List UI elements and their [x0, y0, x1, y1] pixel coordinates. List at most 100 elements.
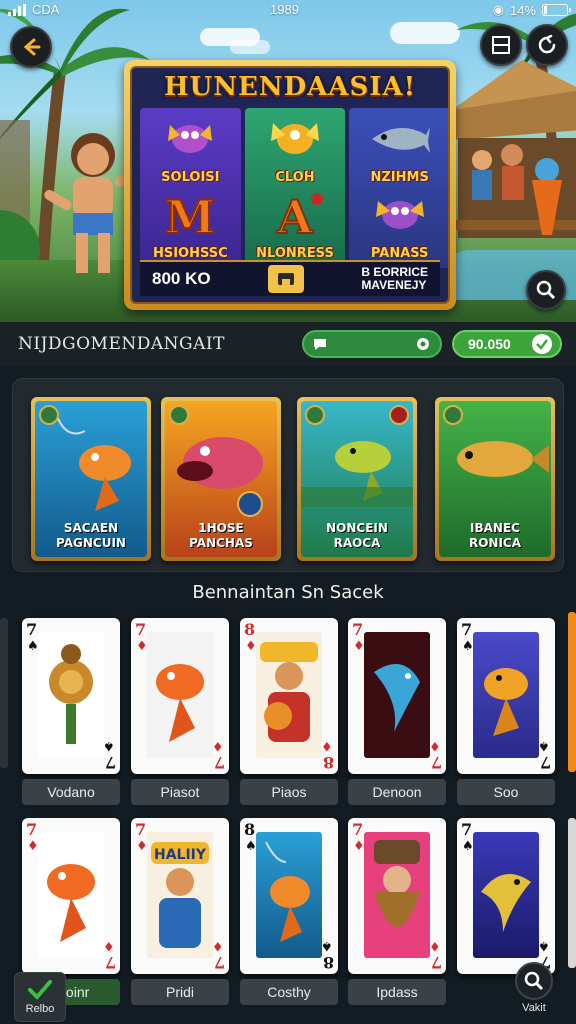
- pirate-character-icon: [256, 632, 322, 758]
- slot-symbol: PANASS: [360, 191, 440, 261]
- slot-amount: 800 KO: [152, 269, 211, 288]
- featured-card[interactable]: IBANEC RONICA: [435, 397, 555, 561]
- badge-icon: [443, 405, 463, 425]
- refresh-icon: [538, 34, 556, 54]
- playing-card[interactable]: 7 ♦ 7 ♦: [348, 818, 446, 974]
- slot-symbol: CLOH: [255, 115, 335, 185]
- check-icon: [532, 334, 552, 354]
- featured-card-label: 1HOSE PANCHAS: [189, 521, 253, 550]
- confirm-button[interactable]: Relbo: [14, 972, 66, 1022]
- search-nav-button[interactable]: Vakit: [504, 962, 564, 1022]
- search-icon: [524, 971, 544, 991]
- card-rank: 8: [244, 620, 256, 639]
- card-label[interactable]: Soo: [457, 779, 555, 805]
- slot-machine[interactable]: HUNENDAASIA! SOLOISI M HSIOHSSC CLOH A N…: [124, 60, 456, 310]
- checkmark-icon: [28, 980, 52, 1000]
- battery-icon: [542, 4, 571, 16]
- playing-card[interactable]: 8 ♦ 8 ♦: [240, 618, 338, 774]
- slot-footer: 800 KO B EORRICE MAVENEJY: [140, 260, 440, 296]
- back-button[interactable]: [10, 26, 52, 68]
- info-bar: NIJDGOMENDANGAIT 90.050: [0, 322, 576, 366]
- wifi-icon: ◉: [492, 2, 504, 17]
- reel-1: SOLOISI M HSIOHSSC: [140, 108, 241, 268]
- refresh-button[interactable]: [526, 24, 568, 66]
- featured-card-label: SACAEN PAGNCUIN: [56, 521, 126, 550]
- card-label[interactable]: Piasot: [131, 779, 229, 805]
- card-suit: ♠: [27, 639, 39, 654]
- scroll-edge-right: [568, 612, 576, 772]
- playing-card[interactable]: 7 ♦ 7 ♦: [131, 618, 229, 774]
- card-suit: ♦: [136, 839, 148, 854]
- slot-info: B EORRICE MAVENEJY: [361, 265, 428, 292]
- card-rank: 8: [244, 820, 256, 839]
- shell-creature-icon: [38, 632, 104, 758]
- card-label[interactable]: Pridi: [131, 979, 229, 1005]
- playing-card[interactable]: 7 ♦ 7 ♦: [22, 818, 120, 974]
- letter-a-icon: A: [275, 191, 323, 237]
- featured-card[interactable]: NONCEIN RAOCA: [297, 397, 417, 561]
- zoom-button[interactable]: [526, 270, 566, 310]
- card-rank: 7: [461, 820, 473, 839]
- card-rank: 7: [26, 620, 38, 639]
- slot-reels: SOLOISI M HSIOHSSC CLOH A NLONRESS NZIHM…: [140, 108, 448, 268]
- playing-card[interactable]: 7 ♦ 7 ♦: [348, 618, 446, 774]
- slot-title: HUNENDAASIA!: [163, 72, 416, 102]
- witch-character-icon: [364, 832, 430, 958]
- card-label[interactable]: Piaos: [240, 779, 338, 805]
- card-suit: ♦: [27, 839, 39, 854]
- playing-card[interactable]: 7 ♦ HALIIY 7 ♦: [131, 818, 229, 974]
- card-rank: 7: [26, 820, 38, 839]
- featured-card[interactable]: 1HOSE PANCHAS: [161, 397, 281, 561]
- card-suit: ♠: [462, 639, 474, 654]
- playing-card[interactable]: 7 ♠ 7 ♠: [457, 818, 555, 974]
- slot-symbol: SOLOISI: [150, 115, 230, 185]
- card-label[interactable]: Costhy: [240, 979, 338, 1005]
- balance-value: 90.050: [468, 336, 511, 352]
- badge-icon: [389, 405, 409, 425]
- balance-button[interactable]: 90.050: [452, 330, 562, 358]
- confirm-label: Relbo: [25, 1003, 55, 1015]
- letter-m-icon: M: [164, 191, 217, 237]
- featured-games-panel: SACAEN PAGNCUIN 1HOSE PANCHAS NONCEIN RAOCA: [12, 378, 564, 572]
- playing-card[interactable]: 8 ♠ 8 ♠: [240, 818, 338, 974]
- card-rank: 7: [135, 620, 147, 639]
- card-suit: ♦: [136, 639, 148, 654]
- cloud: [230, 40, 270, 54]
- card-suit: ♠: [462, 839, 474, 854]
- signal-icon: [8, 3, 26, 16]
- card-rank: 7: [352, 620, 364, 639]
- slot-symbol: M HSIOHSSC: [152, 191, 228, 261]
- card-suit: ♠: [245, 839, 257, 854]
- search-field[interactable]: [302, 330, 442, 358]
- svg-text:HALIIY: HALIIY: [154, 847, 207, 863]
- golden-fish-icon: [473, 632, 539, 758]
- spin-button[interactable]: [267, 265, 304, 293]
- card-rank: 7: [461, 620, 473, 639]
- purple-fish-icon: [168, 125, 213, 153]
- card-grid: 7 ♠ 7 ♠ 7 ♦ 7 ♦ 8 ♦ 8 ♦ 7 ♦ 7 ♦ 7 ♠ 7 ♠ …: [0, 612, 576, 1024]
- game-title: NIJDGOMENDANGAIT: [18, 334, 225, 354]
- hut-illustration: [452, 60, 576, 238]
- spin-icon: [277, 273, 294, 285]
- blue-fish-icon: [364, 632, 430, 758]
- chat-bubble-icon: [314, 339, 326, 350]
- featured-card-label: NONCEIN RAOCA: [326, 521, 388, 550]
- orange-fish-icon: [38, 832, 104, 958]
- card-label[interactable]: Ipdass: [348, 979, 446, 1005]
- playing-card[interactable]: 7 ♠ 7 ♠: [22, 618, 120, 774]
- card-label[interactable]: Denoon: [348, 779, 446, 805]
- playing-card[interactable]: 7 ♠ 7 ♠: [457, 618, 555, 774]
- card-rank: 7: [135, 820, 147, 839]
- card-label[interactable]: Vodano: [22, 779, 120, 805]
- scroll-edge-left: [0, 618, 8, 768]
- svg-text:A: A: [276, 191, 314, 237]
- card-suit: ♦: [353, 839, 365, 854]
- badge-icon: [39, 405, 59, 425]
- battery-percent: 14%: [509, 2, 536, 18]
- menu-button[interactable]: [480, 24, 522, 66]
- scroll-edge-right: [568, 818, 576, 968]
- settings-gear-icon[interactable]: [414, 335, 432, 353]
- card-suit: ♦: [353, 639, 365, 654]
- svg-text:M: M: [165, 191, 216, 237]
- featured-card[interactable]: SACAEN PAGNCUIN: [31, 397, 151, 561]
